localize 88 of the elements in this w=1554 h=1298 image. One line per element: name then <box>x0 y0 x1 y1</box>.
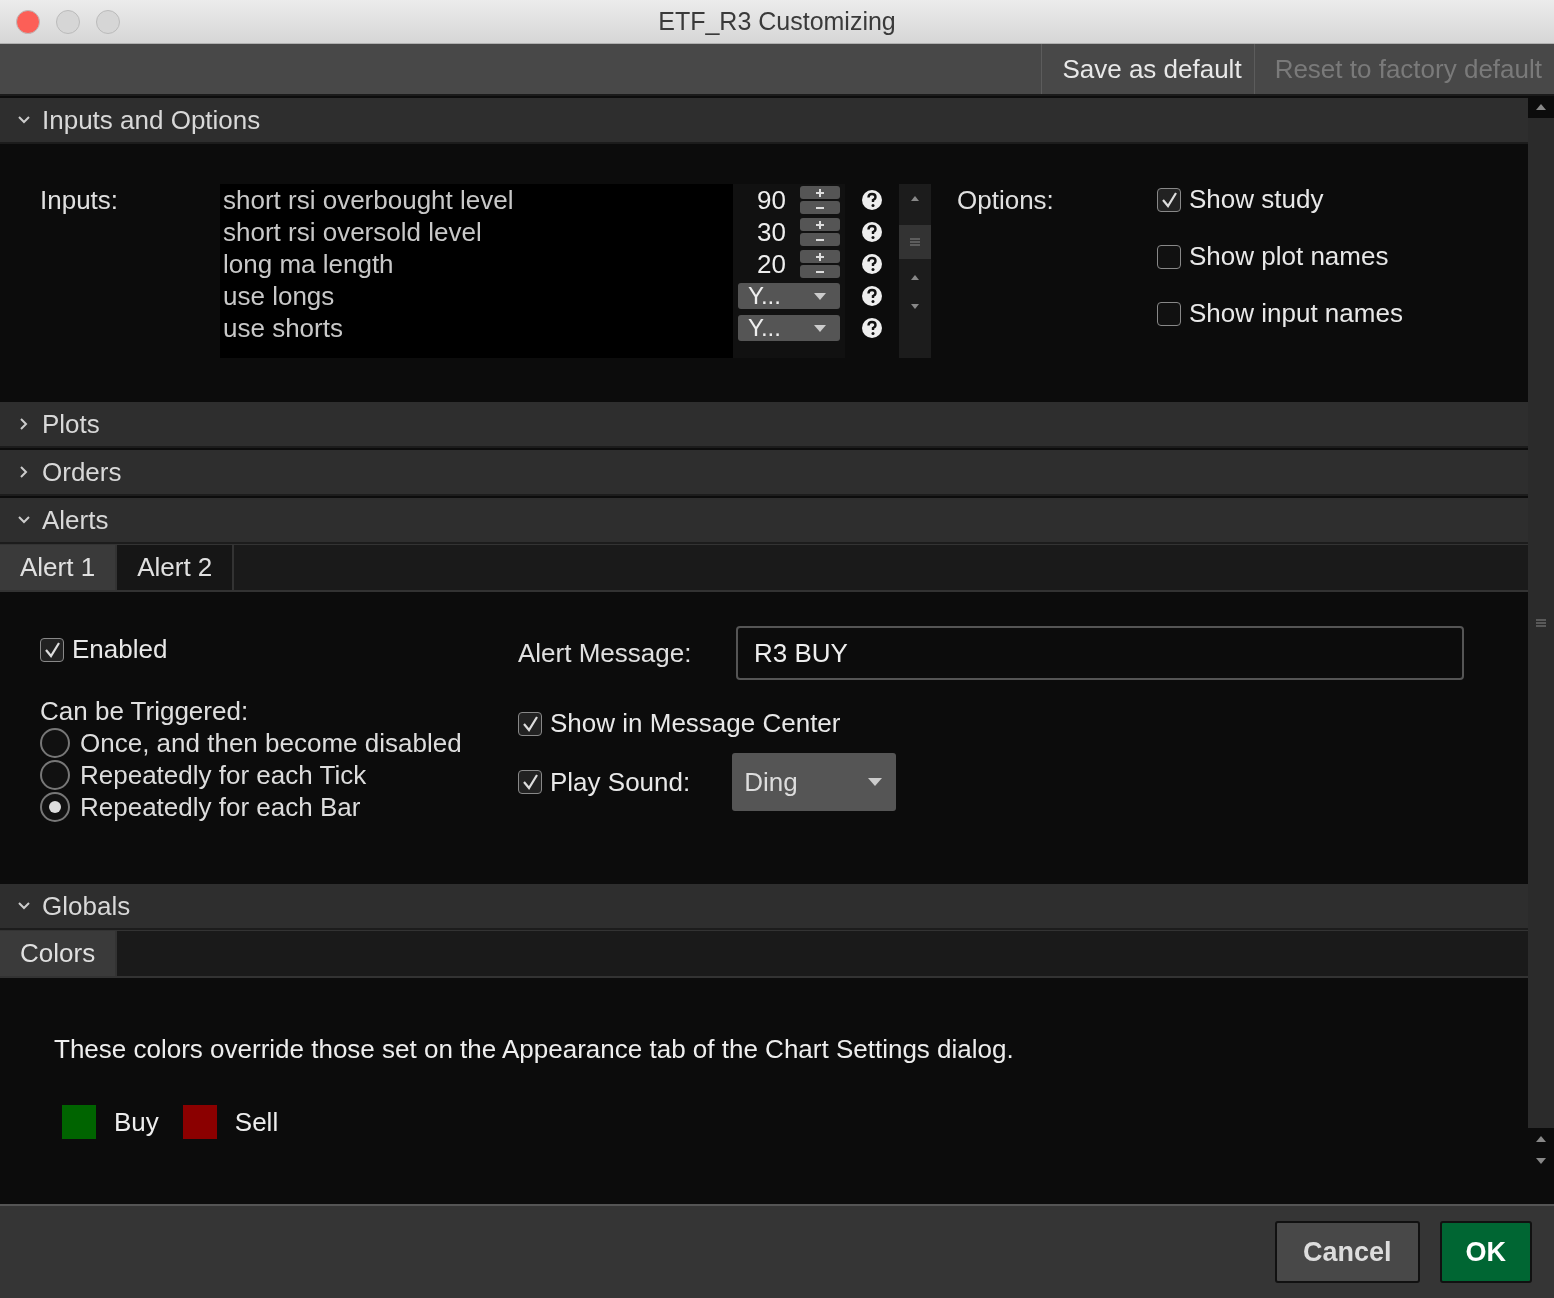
tab[interactable]: Colors <box>0 931 118 976</box>
dropdown[interactable]: Y... <box>738 283 840 309</box>
radio-button[interactable] <box>40 792 70 822</box>
trigger-label: Can be Triggered: <box>40 695 250 727</box>
help-icon <box>861 221 883 243</box>
section-header[interactable]: Globals <box>0 882 1528 930</box>
input-name[interactable]: long ma length <box>223 248 733 280</box>
help-icon <box>861 317 883 339</box>
note-text: These colors override those set on the Appearance tab of the Chart Settings dialog. <box>54 1034 1015 1065</box>
minus-icon <box>815 269 825 274</box>
window-title: ETF_R3 Customizing <box>658 7 896 36</box>
checkbox[interactable] <box>518 770 542 794</box>
scroll-up-icon <box>1536 1136 1546 1142</box>
increment-button[interactable] <box>800 186 840 199</box>
decrement-button[interactable] <box>800 201 840 214</box>
color-label: Sell <box>234 1106 279 1138</box>
caret-icon <box>814 292 826 300</box>
checkbox[interactable] <box>40 637 64 662</box>
save-default-button[interactable]: Save as default <box>1041 44 1254 94</box>
stepper[interactable] <box>800 186 840 214</box>
scrollbar[interactable] <box>899 184 931 358</box>
stepper[interactable] <box>800 250 840 278</box>
number-field[interactable]: 20 <box>738 248 786 280</box>
section-header[interactable]: Plots <box>0 400 1528 448</box>
section-header[interactable]: Alerts <box>0 496 1528 544</box>
message-label: Alert Message: <box>518 637 693 669</box>
radio-label: Repeatedly for each Bar <box>80 791 361 823</box>
increment-button[interactable] <box>800 218 840 231</box>
plus-icon <box>815 251 825 262</box>
scroll-up-icon <box>1536 104 1546 110</box>
input-name[interactable]: short rsi oversold level <box>223 216 733 248</box>
chevron-right-icon <box>18 466 30 478</box>
tab[interactable]: Alert 2 <box>117 545 235 590</box>
decrement-button[interactable] <box>800 265 840 278</box>
message-field[interactable]: R3 BUY <box>736 626 1464 680</box>
ok-button[interactable]: OK <box>1439 1221 1532 1283</box>
radio-label: Once, and then become disabled <box>80 727 462 759</box>
checkbox[interactable] <box>1157 244 1181 269</box>
section-header[interactable]: Inputs and Options <box>0 96 1528 144</box>
caret-icon <box>868 778 883 786</box>
grip-icon <box>1536 619 1546 627</box>
help-icon <box>861 253 883 275</box>
checkbox-label: Show in Message Center <box>550 708 841 739</box>
plus-icon <box>815 219 825 230</box>
radio-button[interactable] <box>40 760 70 790</box>
chevron-right-icon <box>18 418 30 430</box>
checkbox-label: Enabled <box>72 634 168 665</box>
minus-icon <box>815 205 825 210</box>
checkbox[interactable] <box>518 711 542 736</box>
decrement-button[interactable] <box>800 233 840 246</box>
caret-icon <box>814 324 826 332</box>
color-swatch[interactable] <box>182 1105 217 1139</box>
scroll-down-icon <box>1536 1158 1546 1164</box>
sound-dropdown[interactable]: Ding <box>732 753 897 811</box>
cancel-button[interactable]: Cancel <box>1274 1221 1420 1283</box>
color-label: Buy <box>114 1106 159 1138</box>
increment-button[interactable] <box>800 250 840 263</box>
input-name[interactable]: use longs <box>223 280 733 312</box>
checkbox-label: Show input names <box>1189 298 1403 329</box>
input-name[interactable]: use shorts <box>223 312 733 344</box>
section-header[interactable]: Orders <box>0 448 1528 496</box>
input-name[interactable]: short rsi overbought level <box>223 184 733 216</box>
checkbox-label: Play Sound: <box>550 766 691 798</box>
help-icon <box>861 285 883 307</box>
checkbox[interactable] <box>1157 301 1181 326</box>
radio-button[interactable] <box>40 728 70 758</box>
number-field[interactable]: 30 <box>738 216 786 248</box>
inputs-label: Inputs: <box>40 184 120 216</box>
grip-icon <box>910 238 920 246</box>
scroll-up-icon <box>911 275 919 280</box>
options-label: Options: <box>956 184 1055 216</box>
color-swatch[interactable] <box>62 1105 96 1139</box>
chevron-down-icon <box>18 514 30 526</box>
checkbox-label: Show study <box>1189 184 1324 215</box>
number-field[interactable]: 90 <box>738 184 786 216</box>
scroll-up-icon <box>911 196 919 201</box>
radio-label: Repeatedly for each Tick <box>80 759 367 791</box>
tab[interactable]: Alert 1 <box>0 545 118 590</box>
minus-icon <box>815 237 825 242</box>
help-icon <box>861 189 883 211</box>
stepper[interactable] <box>800 218 840 246</box>
dropdown[interactable]: Y... <box>738 315 840 341</box>
checkbox[interactable] <box>1157 187 1181 212</box>
chevron-down-icon <box>18 900 30 912</box>
chevron-down-icon <box>18 114 30 126</box>
plus-icon <box>815 187 825 198</box>
scroll-down-icon <box>911 304 919 309</box>
checkbox-label: Show plot names <box>1189 241 1389 272</box>
